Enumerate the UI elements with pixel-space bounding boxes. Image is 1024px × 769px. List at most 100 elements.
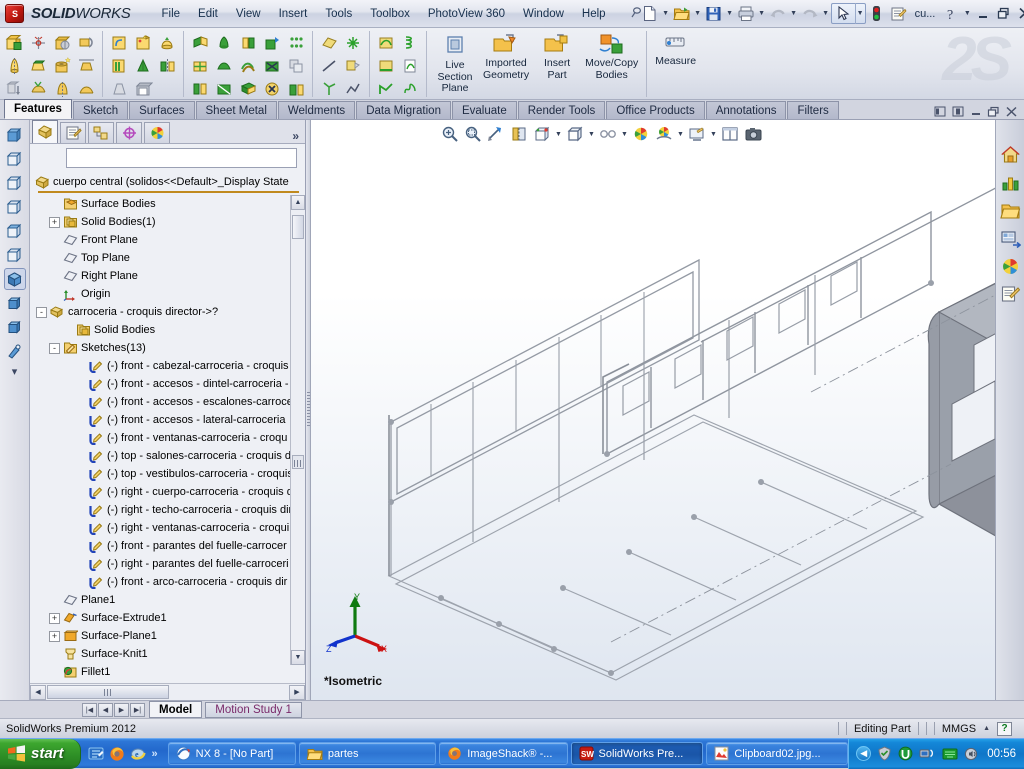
- feature-manager-more-icon[interactable]: »: [292, 129, 305, 143]
- point-icon[interactable]: [341, 31, 365, 54]
- linear-pattern-icon[interactable]: [107, 54, 131, 77]
- delete-face-icon[interactable]: [260, 54, 284, 77]
- split-icon[interactable]: [284, 77, 308, 100]
- project-curve-icon[interactable]: [374, 31, 398, 54]
- composite-curve-icon[interactable]: [374, 77, 398, 100]
- configuration-manager-tab[interactable]: [88, 122, 114, 143]
- curve-file-icon[interactable]: [398, 54, 422, 77]
- menu-item-insert[interactable]: Insert: [270, 4, 317, 24]
- status-help-icon[interactable]: ?: [997, 721, 1012, 736]
- hide-show-caret-icon[interactable]: ▼: [620, 131, 629, 138]
- view-back-button[interactable]: [4, 148, 26, 170]
- scroll-right-icon[interactable]: ▶: [289, 684, 305, 700]
- lofted-cut-icon[interactable]: [74, 54, 98, 77]
- menu-item-photoview[interactable]: PhotoView 360: [419, 4, 514, 24]
- axis-icon[interactable]: [317, 77, 341, 100]
- tree-item[interactable]: - Sketches(13): [30, 339, 305, 357]
- firefox-icon[interactable]: [109, 745, 126, 762]
- taskbar-button-clipboard[interactable]: Clipboard02.jpg...: [706, 742, 849, 765]
- new-document-caret-icon[interactable]: ▼: [661, 10, 671, 17]
- surface-pattern-icon[interactable]: [188, 77, 212, 100]
- view-isometric-button[interactable]: [3, 268, 26, 290]
- mirror-icon[interactable]: [155, 54, 179, 77]
- reference-geometry-icon[interactable]: [26, 31, 50, 54]
- taskbar-button-solidworks[interactable]: SW SolidWorks Pre...: [570, 742, 704, 765]
- tray-chevron-icon[interactable]: ◀: [856, 746, 872, 761]
- tab-filters[interactable]: Filters: [787, 101, 839, 119]
- planar-surface-icon[interactable]: [188, 54, 212, 77]
- save-disk-icon[interactable]: [703, 3, 725, 25]
- network-icon[interactable]: [919, 746, 936, 761]
- tree-item[interactable]: (-) front - cabezal-carroceria - croquis: [30, 357, 305, 375]
- tab-render-tools[interactable]: Render Tools: [517, 101, 606, 119]
- feature-tree-filter-input[interactable]: [66, 148, 297, 168]
- lofted-boss-icon[interactable]: [26, 54, 50, 77]
- measure-button[interactable]: Measure: [651, 31, 700, 99]
- window-restore-button[interactable]: [993, 5, 1014, 23]
- select-tool-caret-icon[interactable]: ▼: [854, 3, 865, 24]
- print-caret-icon[interactable]: ▼: [757, 10, 767, 17]
- normal-to-button[interactable]: [4, 340, 26, 362]
- split-line-icon[interactable]: [374, 54, 398, 77]
- viewport-layout-button[interactable]: [719, 123, 741, 145]
- volume-icon[interactable]: [964, 747, 979, 761]
- new-document-icon[interactable]: [639, 3, 661, 25]
- tab-features[interactable]: Features: [4, 99, 72, 119]
- taskbar-button-imageshack[interactable]: ImageShack® -...: [439, 742, 568, 765]
- doc-close-button[interactable]: [1003, 104, 1020, 119]
- taskbar-clock[interactable]: 00:56: [987, 748, 1016, 760]
- menu-item-file[interactable]: File: [153, 4, 190, 24]
- design-library-button[interactable]: [998, 170, 1023, 195]
- graphics-viewport[interactable]: ▼ ▼ ▼ ▼ ▼ Y X Z *Isometric: [311, 120, 995, 700]
- previous-view-button[interactable]: [485, 123, 507, 145]
- shell-icon[interactable]: [131, 77, 155, 100]
- hole-wizard-icon[interactable]: [50, 54, 74, 77]
- tree-item[interactable]: (-) right - cuerpo-carroceria - croquis …: [30, 483, 305, 501]
- screen-capture-button[interactable]: [742, 123, 764, 145]
- live-section-plane-button[interactable]: Live Section Plane: [431, 31, 479, 99]
- dimxpert-manager-tab[interactable]: [116, 122, 142, 143]
- extruded-cut-icon[interactable]: [50, 31, 74, 54]
- unit-system-label[interactable]: MMGS: [942, 723, 976, 735]
- combine-icon[interactable]: [284, 54, 308, 77]
- nav-first-button[interactable]: |◀: [82, 702, 97, 717]
- taskbar-button-partes[interactable]: partes: [298, 742, 437, 765]
- rib-icon[interactable]: [131, 54, 155, 77]
- view-orientation-caret-icon[interactable]: ▼: [554, 131, 563, 138]
- display-manager-tab[interactable]: [144, 122, 170, 143]
- tab-evaluate[interactable]: Evaluate: [451, 101, 517, 119]
- open-folder-icon[interactable]: [671, 3, 693, 25]
- print-icon[interactable]: [735, 3, 757, 25]
- hscroll-thumb[interactable]: [47, 685, 169, 699]
- move-copy-bodies-button[interactable]: Move/Copy Bodies: [581, 31, 642, 99]
- solidworks-resources-button[interactable]: [998, 142, 1023, 167]
- show-desktop-icon[interactable]: [88, 745, 105, 762]
- revolved-boss-icon[interactable]: [2, 54, 26, 77]
- curve-through-points-icon[interactable]: [341, 77, 365, 100]
- view-trimetric-button[interactable]: [4, 292, 26, 314]
- tab-model[interactable]: Model: [149, 701, 203, 718]
- tree-item[interactable]: (-) right - techo-carroceria - croquis d…: [30, 501, 305, 519]
- apply-scene-button[interactable]: [653, 123, 675, 145]
- view-orientation-button[interactable]: [531, 123, 553, 145]
- tree-item[interactable]: (-) front - accesos - dintel-carroceria …: [30, 375, 305, 393]
- view-settings-caret-icon[interactable]: ▼: [709, 131, 718, 138]
- view-bottom-button[interactable]: [4, 244, 26, 266]
- view-left-button[interactable]: [4, 172, 26, 194]
- delete-body-icon[interactable]: [260, 77, 284, 100]
- tree-item[interactable]: (-) front - ventanas-carroceria - croqu: [30, 429, 305, 447]
- scroll-up-icon[interactable]: ▲: [291, 195, 305, 210]
- tab-motion-study[interactable]: Motion Study 1: [205, 701, 302, 718]
- thicken-icon[interactable]: [236, 77, 260, 100]
- tab-annotations[interactable]: Annotations: [705, 101, 787, 119]
- tree-item[interactable]: (-) front - arco-carroceria - croquis di…: [30, 573, 305, 591]
- surface-offset-icon[interactable]: [236, 54, 260, 77]
- line-icon[interactable]: [317, 54, 341, 77]
- tree-item[interactable]: (-) top - salones-carroceria - croquis d: [30, 447, 305, 465]
- scroll-thumb-grip[interactable]: [292, 455, 304, 469]
- tree-expand-icon[interactable]: +: [49, 216, 60, 228]
- unit-system-caret-icon[interactable]: ▲: [983, 725, 990, 732]
- boundary-boss-icon[interactable]: [26, 77, 50, 100]
- window-minimize-button[interactable]: [972, 5, 993, 23]
- fillet-icon[interactable]: [107, 31, 131, 54]
